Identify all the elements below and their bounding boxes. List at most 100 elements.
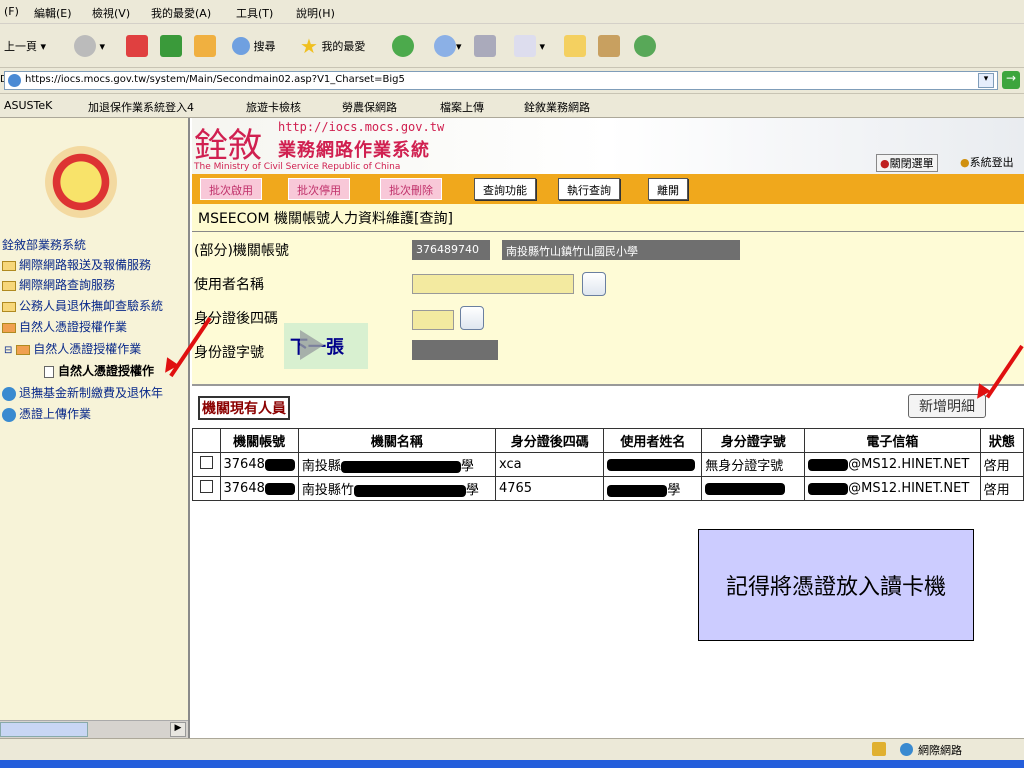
- toolbar: 上一頁 ▾ ▾ 搜尋 ★ 我的最愛 ▾ ▾: [0, 24, 1024, 68]
- mail-icon: [434, 35, 456, 57]
- url-input[interactable]: https://iocs.mocs.gov.tw/system/Main/Sec…: [4, 71, 998, 90]
- id-number-label: 身份證字號: [194, 345, 264, 361]
- row-checkbox[interactable]: [199, 456, 213, 469]
- id-number-field: [412, 340, 498, 360]
- agency-code-field: 376489740: [412, 240, 490, 260]
- sidebar-item-selected[interactable]: 自然人憑證授權作: [44, 362, 154, 379]
- home-button[interactable]: [194, 32, 216, 60]
- sidebar-item[interactable]: 退撫基金新制繳費及退休年: [2, 384, 163, 401]
- sidebar-item[interactable]: 公務人員退休撫卹查驗系統: [2, 297, 163, 314]
- ie-page-icon: [8, 74, 21, 87]
- research-button[interactable]: [598, 32, 620, 60]
- address-bar: D) https://iocs.mocs.gov.tw/system/Main/…: [0, 68, 1024, 94]
- username-input[interactable]: [412, 274, 574, 294]
- leave-button[interactable]: 離開: [648, 178, 688, 200]
- refresh-button[interactable]: [160, 32, 182, 60]
- table-header: 機關帳號 機關名稱 身分證後四碼 使用者姓名 身分證字號 電子信箱 狀態: [192, 428, 1024, 453]
- execute-query-button[interactable]: 執行查詢: [558, 178, 620, 200]
- scroll-right-button[interactable]: ▶: [170, 722, 186, 737]
- cell-account: 37648: [219, 476, 299, 501]
- query-function-button[interactable]: 查詢功能: [474, 178, 536, 200]
- stop-icon: [126, 35, 148, 57]
- cell-agency-name: 南投縣學: [297, 452, 496, 477]
- close-icon: ●: [880, 157, 890, 170]
- edit-button[interactable]: ▾: [514, 32, 545, 60]
- header-banner: 銓敘 http://iocs.mocs.gov.tw 業務網路作業系統 The …: [192, 118, 1024, 174]
- id-last4-lookup-button[interactable]: [460, 306, 484, 330]
- close-menu-button[interactable]: ●關閉選單: [876, 154, 938, 172]
- status-bar: 網際網路: [0, 738, 1024, 760]
- cell-username: 學: [603, 476, 703, 501]
- cell-id-number: [701, 476, 806, 501]
- sidebar-item[interactable]: 憑證上傳作業: [2, 405, 91, 422]
- folder-icon: [2, 301, 16, 312]
- menu-help[interactable]: 說明(H): [296, 5, 335, 21]
- search-button[interactable]: 搜尋: [232, 32, 276, 60]
- globe-icon: [2, 407, 16, 422]
- link-travel-card[interactable]: 旅遊卡檢核: [246, 99, 301, 115]
- batch-disable-button[interactable]: 批次停用: [288, 178, 350, 200]
- username-label: 使用者名稱: [194, 277, 264, 293]
- menu-file[interactable]: (F): [4, 5, 19, 18]
- discuss-button[interactable]: [564, 32, 586, 60]
- menu-view[interactable]: 檢視(V): [92, 5, 130, 21]
- star-icon: ★: [300, 34, 318, 58]
- link-mocs[interactable]: 銓敘業務網路: [524, 99, 590, 115]
- scroll-thumb[interactable]: [0, 722, 88, 737]
- page-icon: [44, 365, 54, 378]
- select-column-header: [192, 428, 221, 453]
- folder-icon: [564, 35, 586, 57]
- sidebar-item[interactable]: 網際網路報送及報備服務: [2, 256, 151, 273]
- research-icon: [598, 35, 620, 57]
- cell-username: [603, 452, 703, 477]
- forward-button[interactable]: ▾: [74, 32, 105, 60]
- redaction: [607, 484, 668, 497]
- batch-enable-button[interactable]: 批次啟用: [200, 178, 262, 200]
- row-checkbox[interactable]: [199, 480, 213, 493]
- sidebar-item[interactable]: ⊟ 自然人憑證授權作業: [4, 340, 141, 357]
- action-bar: 批次啟用 批次停用 批次刪除 查詢功能 執行查詢 離開: [192, 174, 1024, 204]
- menu-edit[interactable]: 編輯(E): [34, 5, 72, 21]
- history-button[interactable]: [392, 32, 414, 60]
- next-slide-button[interactable]: 下一張: [284, 323, 368, 369]
- logout-button[interactable]: ●系統登出: [960, 154, 1014, 170]
- menu-favorites[interactable]: 我的最愛(A): [151, 5, 211, 21]
- redaction: [353, 484, 466, 497]
- address-dropdown[interactable]: ▾: [978, 73, 994, 88]
- mail-button[interactable]: ▾: [434, 32, 462, 60]
- link-labor[interactable]: 勞農保網路: [342, 99, 397, 115]
- sidebar-item[interactable]: 網際網路查詢服務: [2, 276, 115, 293]
- redaction: [808, 458, 849, 471]
- username-lookup-button[interactable]: [582, 272, 606, 296]
- cell-agency-name: 南投縣竹學: [297, 476, 496, 501]
- sidebar-root[interactable]: 銓敘部業務系統: [2, 236, 86, 253]
- banner-logo-text: 銓敘: [194, 126, 262, 166]
- cell-status: 啓用: [979, 452, 1024, 477]
- link-upload[interactable]: 檔案上傳: [440, 99, 484, 115]
- id-last4-input[interactable]: [412, 310, 454, 330]
- open-folder-icon: [2, 322, 16, 333]
- word-icon: [514, 35, 536, 57]
- redaction: [607, 458, 696, 471]
- link-asustek[interactable]: ASUSTeK: [4, 99, 52, 112]
- column-header: 使用者姓名: [603, 428, 703, 453]
- mocs-logo: [45, 146, 117, 218]
- horizontal-scrollbar[interactable]: ▶: [0, 720, 188, 738]
- messenger-button[interactable]: [634, 32, 656, 60]
- stop-button[interactable]: [126, 32, 148, 60]
- batch-delete-button[interactable]: 批次刪除: [380, 178, 442, 200]
- link-insurance[interactable]: 加退保作業系統登入4: [88, 99, 194, 115]
- favorites-button[interactable]: ★ 我的最愛: [300, 32, 365, 60]
- taskbar: [0, 760, 1024, 768]
- globe-icon: [900, 743, 913, 756]
- section-title: 機關現有人員: [198, 396, 290, 420]
- column-header: 身分證後四碼: [494, 428, 605, 453]
- table-row: 37648 南投縣竹學 4765 學 @MS12.HINET.NET 啓用: [192, 476, 1024, 501]
- back-button[interactable]: 上一頁 ▾: [4, 32, 46, 60]
- redaction: [264, 458, 295, 471]
- redaction: [808, 482, 849, 495]
- go-button[interactable]: →: [1002, 71, 1020, 89]
- menu-tools[interactable]: 工具(T): [236, 5, 273, 21]
- sidebar-item[interactable]: 自然人憑證授權作業: [2, 318, 127, 335]
- print-button[interactable]: [474, 32, 496, 60]
